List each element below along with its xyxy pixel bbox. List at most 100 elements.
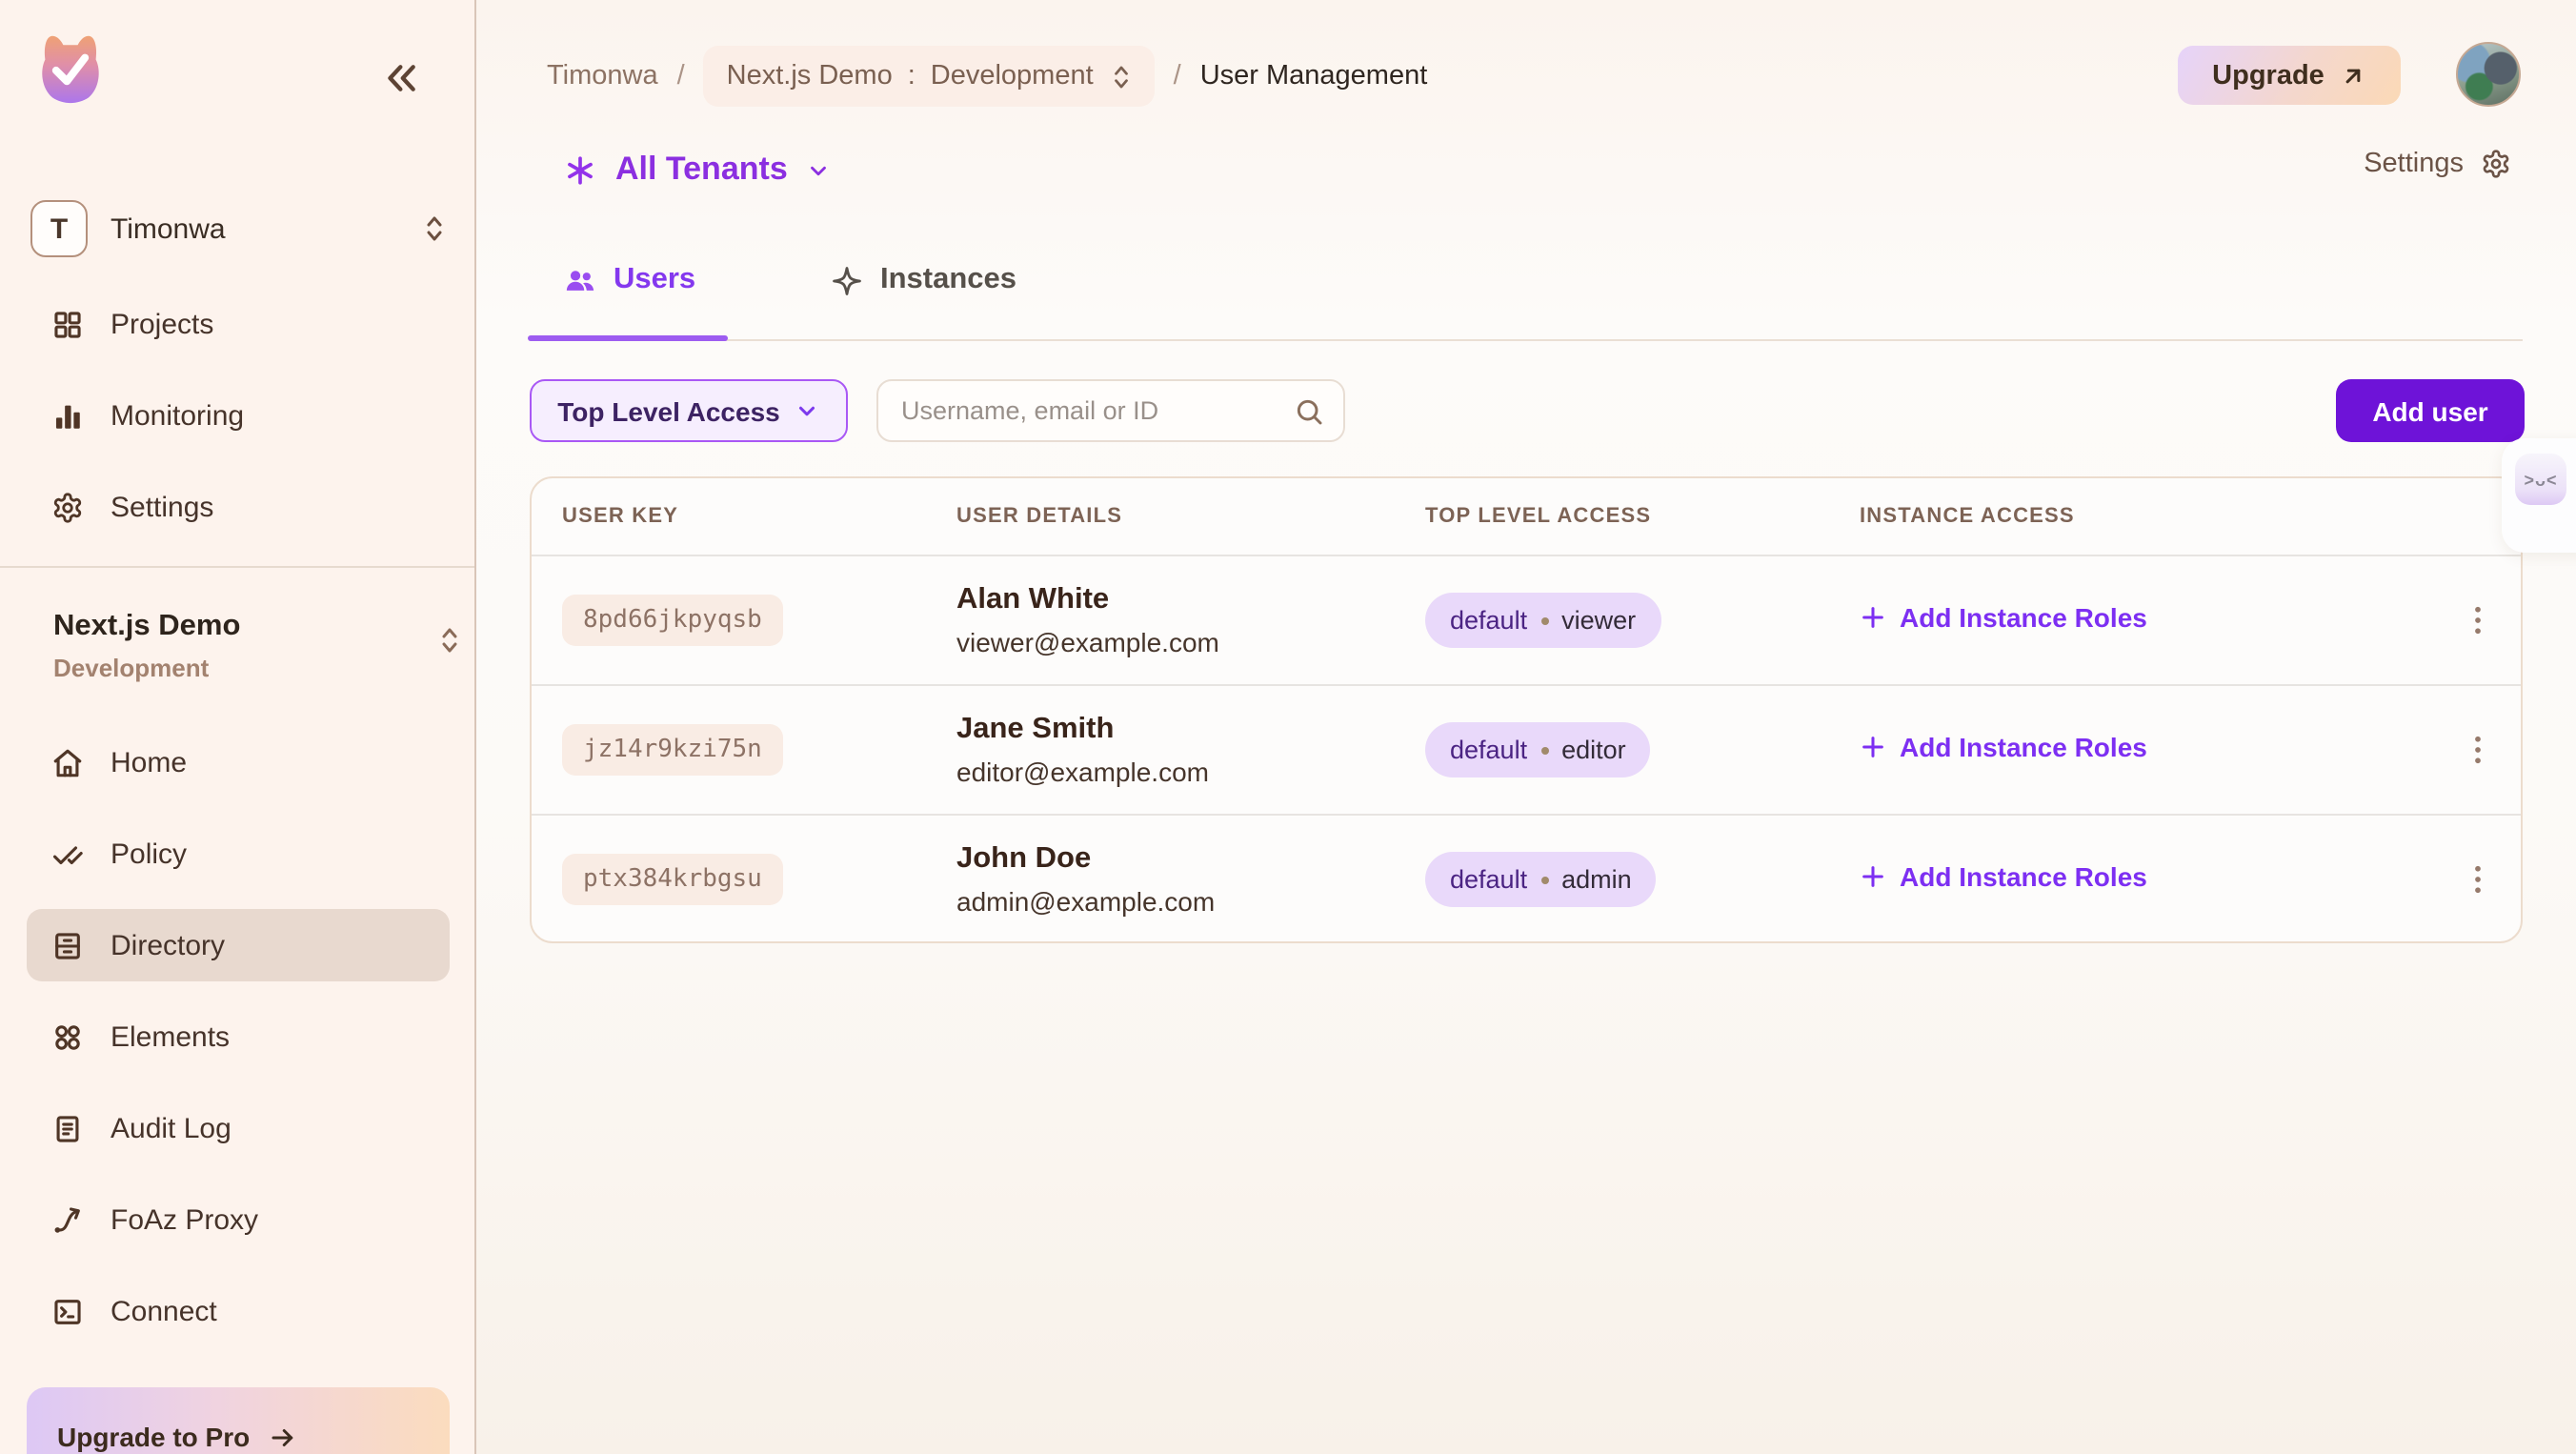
breadcrumb-project: Next.js Demo	[727, 61, 893, 91]
sidebar-item-settings[interactable]: Settings	[27, 471, 450, 543]
sidebar-item-monitoring[interactable]: Monitoring	[27, 379, 450, 452]
badge-role: viewer	[1561, 606, 1636, 635]
row-menu-button[interactable]	[2452, 592, 2502, 649]
grid-icon	[50, 307, 84, 341]
chevrons-left-icon	[383, 59, 421, 97]
plus-icon	[1860, 603, 1886, 630]
row-menu-button[interactable]	[2452, 721, 2502, 778]
badge-dot-icon	[1540, 616, 1548, 624]
cell-user-key: ptx384krbgsu	[562, 854, 956, 905]
table-row: ptx384krbgsu John Doe admin@example.com …	[532, 814, 2521, 943]
plus-icon	[1860, 733, 1886, 759]
user-key-pill[interactable]: ptx384krbgsu	[562, 854, 783, 905]
breadcrumb-project-env-selector[interactable]: Next.js Demo : Development	[704, 46, 1155, 107]
terminal-icon	[50, 1294, 84, 1328]
tab-instances[interactable]: Instances	[831, 263, 1016, 297]
sparkle-icon	[831, 264, 863, 296]
upgrade-to-pro-banner[interactable]: Upgrade to Pro	[27, 1387, 450, 1454]
breadcrumb-page: User Management	[1200, 61, 1428, 91]
sidebar-item-label: FoAz Proxy	[111, 1203, 258, 1236]
breadcrumb-environment: Development	[931, 61, 1094, 91]
kebab-menu-icon	[2463, 863, 2491, 896]
sidebar-item-foaz-proxy[interactable]: FoAz Proxy	[27, 1183, 450, 1256]
access-badge[interactable]: default viewer	[1425, 593, 1660, 648]
sidebar-collapse-button[interactable]	[377, 53, 427, 103]
user-key-pill[interactable]: 8pd66jkpyqsb	[562, 595, 783, 646]
tab-users[interactable]: Users	[564, 263, 695, 297]
add-instance-roles-link[interactable]: Add Instance Roles	[1860, 601, 2147, 632]
sidebar-item-audit-log[interactable]: Audit Log	[27, 1092, 450, 1164]
cell-user-details: John Doe admin@example.com	[956, 842, 1425, 917]
badge-tenant: default	[1450, 865, 1527, 894]
users-table: USER KEY USER DETAILS TOP LEVEL ACCESS I…	[530, 476, 2523, 943]
cell-user-details: Alan White viewer@example.com	[956, 583, 1425, 657]
cabinet-icon	[50, 928, 84, 962]
users-icon	[564, 264, 596, 296]
search-input[interactable]	[901, 396, 1294, 425]
tenant-selector[interactable]: All Tenants	[564, 141, 832, 198]
breadcrumb-workspace[interactable]: Timonwa	[547, 61, 658, 91]
user-key-pill[interactable]: jz14r9kzi75n	[562, 724, 783, 776]
sidebar-item-label: Elements	[111, 1020, 230, 1053]
user-avatar[interactable]	[2456, 42, 2521, 107]
chevron-down-icon	[807, 157, 832, 182]
sidebar-item-elements[interactable]: Elements	[27, 1000, 450, 1073]
feedback-widget: >ᴗ<	[2502, 438, 2576, 553]
chevron-down-icon	[795, 398, 820, 423]
badge-role: admin	[1561, 865, 1632, 894]
badge-dot-icon	[1540, 746, 1548, 754]
breadcrumb-separator: /	[1174, 61, 1181, 91]
sidebar-item-policy[interactable]: Policy	[27, 818, 450, 890]
user-name: John Doe	[956, 842, 1425, 877]
app-viewport: T Timonwa Projects Monitoring	[0, 0, 2576, 1454]
cell-instance-access: Add Instance Roles	[1860, 731, 2462, 769]
sidebar-item-label: Settings	[111, 491, 213, 523]
top-level-access-filter[interactable]: Top Level Access	[530, 379, 848, 442]
row-menu-button[interactable]	[2452, 851, 2502, 908]
feedback-face-button[interactable]: >ᴗ<	[2515, 454, 2566, 505]
sidebar-item-home[interactable]: Home	[27, 726, 450, 798]
add-instance-roles-link[interactable]: Add Instance Roles	[1860, 731, 2147, 761]
table-row: 8pd66jkpyqsb Alan White viewer@example.c…	[532, 555, 2521, 684]
user-name: Alan White	[956, 583, 1425, 617]
column-header-user-key: USER KEY	[562, 505, 956, 528]
breadcrumb-separator: /	[677, 61, 685, 91]
project-name: Next.js Demo	[53, 610, 434, 644]
table-body: 8pd66jkpyqsb Alan White viewer@example.c…	[532, 555, 2521, 943]
up-down-chevron-icon	[438, 625, 461, 656]
user-name: Jane Smith	[956, 713, 1425, 747]
badge-tenant: default	[1450, 606, 1527, 635]
settings-link[interactable]: Settings	[2364, 149, 2511, 179]
sidebar-item-connect[interactable]: Connect	[27, 1275, 450, 1347]
tabs-divider	[530, 339, 2523, 341]
access-badge[interactable]: default admin	[1425, 852, 1657, 907]
cell-instance-access: Add Instance Roles	[1860, 860, 2462, 899]
add-instance-roles-link[interactable]: Add Instance Roles	[1860, 860, 2147, 891]
arrow-right-icon	[269, 1423, 297, 1451]
workspace-name: Timonwa	[111, 212, 423, 245]
access-badge[interactable]: default editor	[1425, 722, 1651, 777]
up-down-chevron-icon	[1111, 62, 1132, 91]
column-header-user-details: USER DETAILS	[956, 505, 1425, 528]
route-arrow-icon	[50, 1202, 84, 1237]
add-instance-roles-label: Add Instance Roles	[1900, 601, 2147, 632]
sidebar-item-label: Policy	[111, 838, 187, 870]
cell-top-level-access: default viewer	[1425, 593, 1860, 648]
sidebar-item-label: Projects	[111, 308, 213, 340]
sidebar-item-projects[interactable]: Projects	[27, 288, 450, 360]
sidebar-item-label: Directory	[111, 929, 225, 961]
sidebar-item-label: Connect	[111, 1295, 217, 1327]
table-header-row: USER KEY USER DETAILS TOP LEVEL ACCESS I…	[532, 478, 2521, 555]
sidebar-item-directory[interactable]: Directory	[27, 909, 450, 981]
sidebar-item-label: Home	[111, 746, 187, 778]
upgrade-to-pro-label: Upgrade to Pro	[57, 1422, 250, 1452]
search-icon	[1294, 395, 1324, 426]
workspace-badge: T	[30, 200, 88, 257]
upgrade-button-label: Upgrade	[2212, 60, 2324, 91]
workspace-selector[interactable]: T Timonwa	[30, 196, 446, 261]
tab-instances-label: Instances	[880, 263, 1016, 297]
project-environment: Development	[53, 654, 434, 682]
add-user-button[interactable]: Add user	[2336, 379, 2525, 442]
upgrade-button[interactable]: Upgrade	[2178, 46, 2401, 105]
project-selector[interactable]: Next.js Demo Development	[53, 610, 434, 682]
